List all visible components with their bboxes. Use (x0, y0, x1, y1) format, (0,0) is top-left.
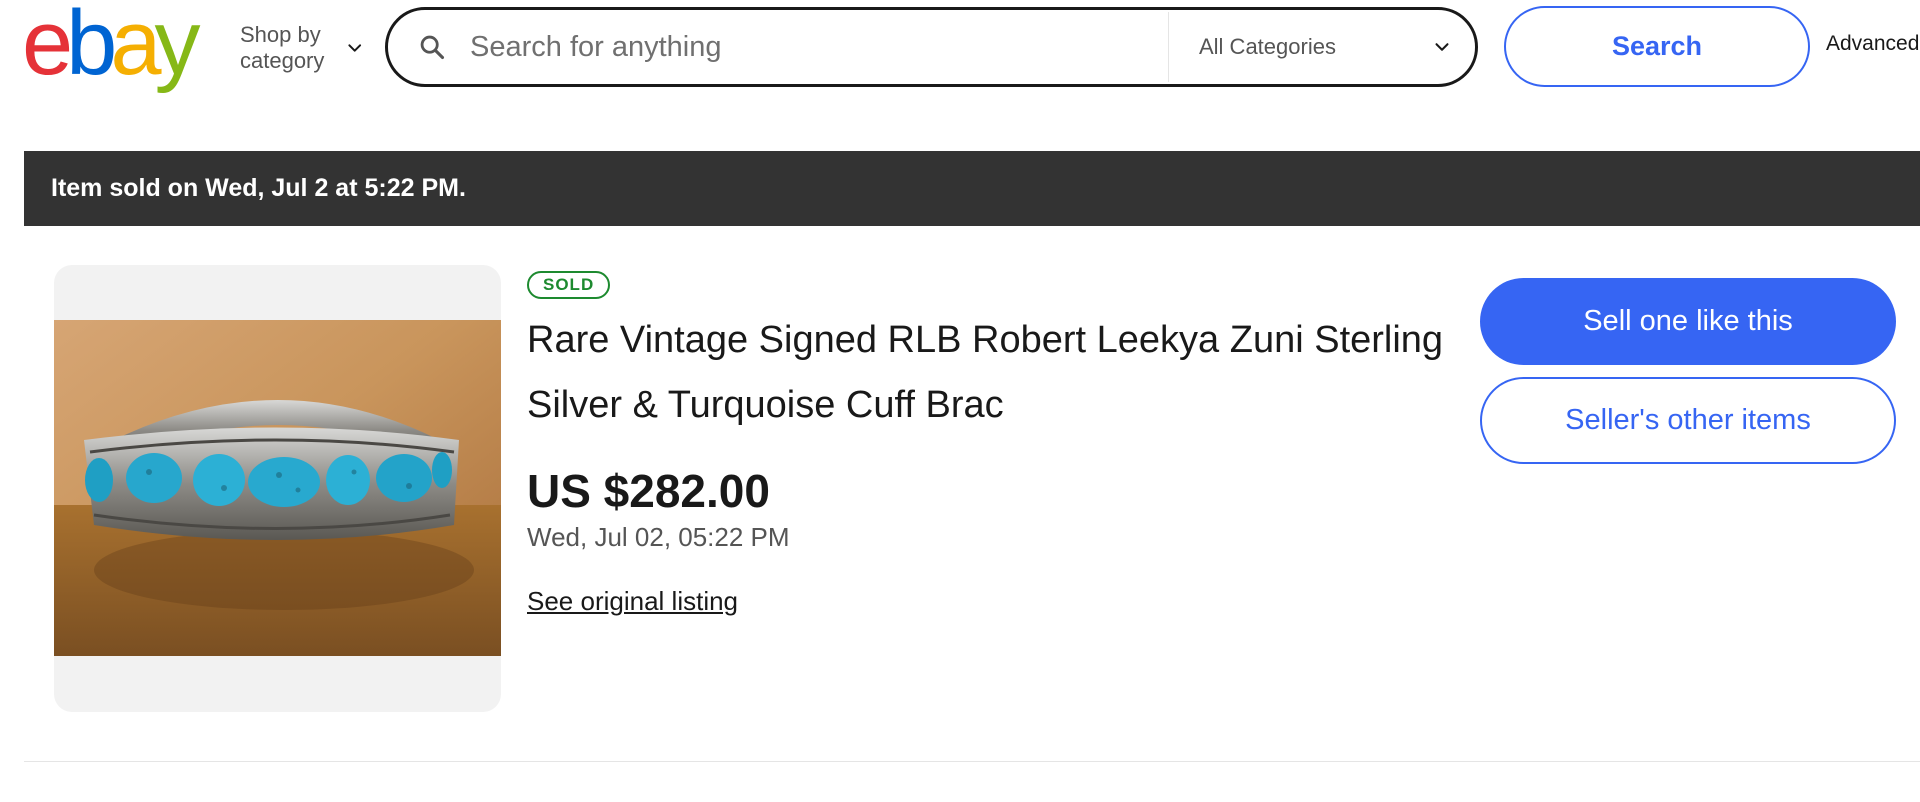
see-original-listing-link[interactable]: See original listing (527, 586, 738, 617)
search-bar: All Categories (385, 7, 1478, 87)
item-price: US $282.00 (527, 465, 770, 517)
sellers-other-items-button[interactable]: Seller's other items (1480, 377, 1896, 464)
chevron-down-icon (347, 44, 361, 52)
logo-letter-y: y (154, 0, 201, 94)
sold-status-badge: SOLD (527, 271, 611, 299)
sell-one-like-this-button[interactable]: Sell one like this (1480, 278, 1896, 365)
search-icon (420, 35, 445, 60)
item-title: Rare Vintage Signed RLB Robert Leekya Zu… (527, 319, 1444, 426)
category-select[interactable]: All Categories (1169, 10, 1475, 84)
sold-banner: Item sold on Wed, Jul 2 at 5:22 PM. (24, 151, 1920, 226)
logo-letter-b: b (66, 0, 117, 94)
search-input[interactable] (468, 17, 1158, 77)
chevron-down-icon (1435, 43, 1449, 51)
shop-by-category-button[interactable]: Shop by category (240, 20, 365, 76)
section-divider (24, 761, 1920, 762)
item-sold-date: Wed, Jul 02, 05:22 PM (527, 522, 790, 552)
item-image (54, 320, 501, 656)
advanced-search-link[interactable]: Advanced (1826, 32, 1919, 56)
ebay-logo[interactable]: e b a y (22, 0, 201, 94)
sold-banner-text: Item sold on Wed, Jul 2 at 5:22 PM. (51, 174, 466, 202)
logo-letter-a: a (110, 0, 161, 94)
search-button[interactable]: Search (1504, 6, 1810, 87)
shop-by-category-label: Shop by category (240, 22, 325, 73)
category-select-value: All Categories (1199, 34, 1336, 59)
logo-letter-e: e (22, 0, 73, 94)
item-image-frame[interactable] (54, 265, 501, 712)
